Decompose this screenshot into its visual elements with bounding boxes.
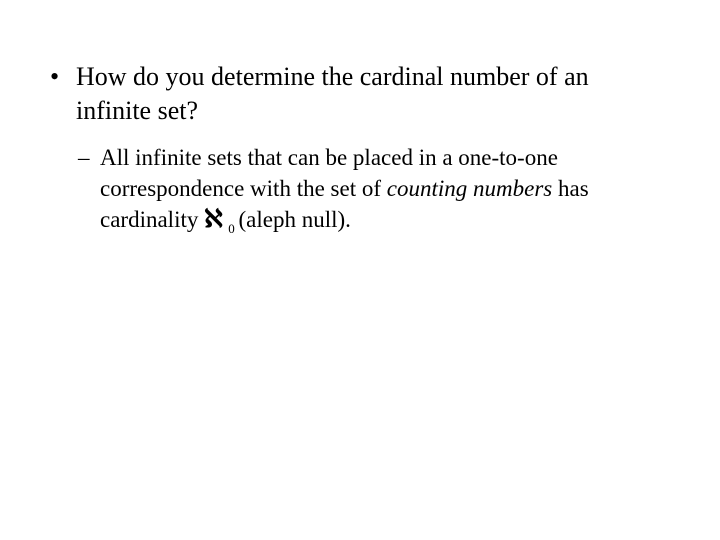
bullet-marker: • xyxy=(50,60,76,128)
sub-marker: – xyxy=(78,142,100,235)
main-bullet: • How do you determine the cardinal numb… xyxy=(50,60,670,128)
sub-bullet: – All infinite sets that can be placed i… xyxy=(78,142,670,235)
aleph-subscript: 0 xyxy=(228,222,235,235)
sub-italic: counting numbers xyxy=(387,176,552,201)
sub-part3: (aleph null). xyxy=(233,207,351,232)
aleph-null-symbol: ℵ0 xyxy=(204,207,233,232)
bullet-text: How do you determine the cardinal number… xyxy=(76,60,670,128)
sub-text: All infinite sets that can be placed in … xyxy=(100,142,670,235)
aleph-glyph: ℵ xyxy=(204,206,223,233)
